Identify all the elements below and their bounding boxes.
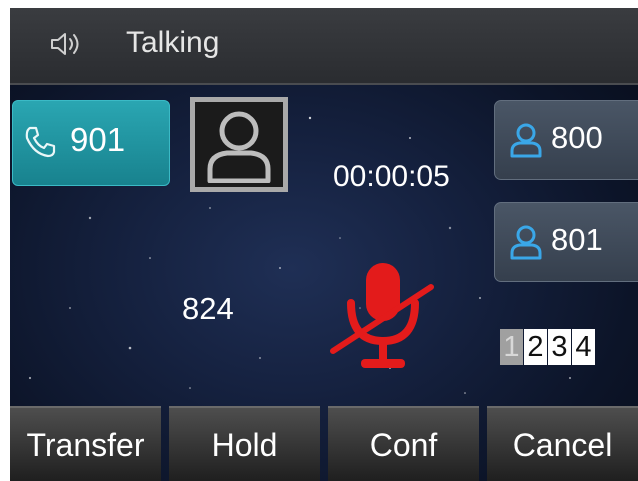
contact-key-801[interactable]: 801	[494, 202, 638, 282]
line-key-label: 901	[70, 121, 126, 158]
page-4[interactable]: 4	[572, 329, 595, 365]
page-3[interactable]: 3	[548, 329, 571, 365]
call-status-title: Talking	[126, 26, 220, 59]
page-1[interactable]: 1	[500, 329, 523, 365]
hold-button[interactable]: Hold	[169, 406, 320, 481]
line-key-901[interactable]: 901	[12, 100, 170, 186]
phone-handset-icon	[25, 126, 56, 158]
transfer-button[interactable]: Transfer	[10, 406, 161, 481]
call-duration: 00:00:05	[333, 160, 450, 193]
conference-button[interactable]: Conf	[328, 406, 479, 481]
phone-screen: Talking 901 00:00:05 824 800 801 1 2 3 4…	[10, 8, 638, 481]
speaker-icon	[51, 33, 79, 55]
cancel-button[interactable]: Cancel	[487, 406, 638, 481]
caller-number: 824	[182, 291, 234, 326]
contact-key-label: 801	[551, 222, 603, 257]
softkey-bar: Transfer Hold Conf Cancel	[10, 406, 638, 481]
person-icon	[510, 225, 542, 260]
microphone-muted-icon[interactable]	[329, 259, 435, 377]
status-bar: Talking	[10, 8, 638, 85]
contact-avatar	[190, 97, 288, 192]
page-2[interactable]: 2	[524, 329, 547, 365]
contact-key-label: 800	[551, 120, 603, 155]
page-indicator: 1 2 3 4	[500, 329, 596, 365]
person-icon	[510, 123, 542, 158]
contact-key-800[interactable]: 800	[494, 100, 638, 180]
contact-avatar-icon	[207, 111, 271, 183]
